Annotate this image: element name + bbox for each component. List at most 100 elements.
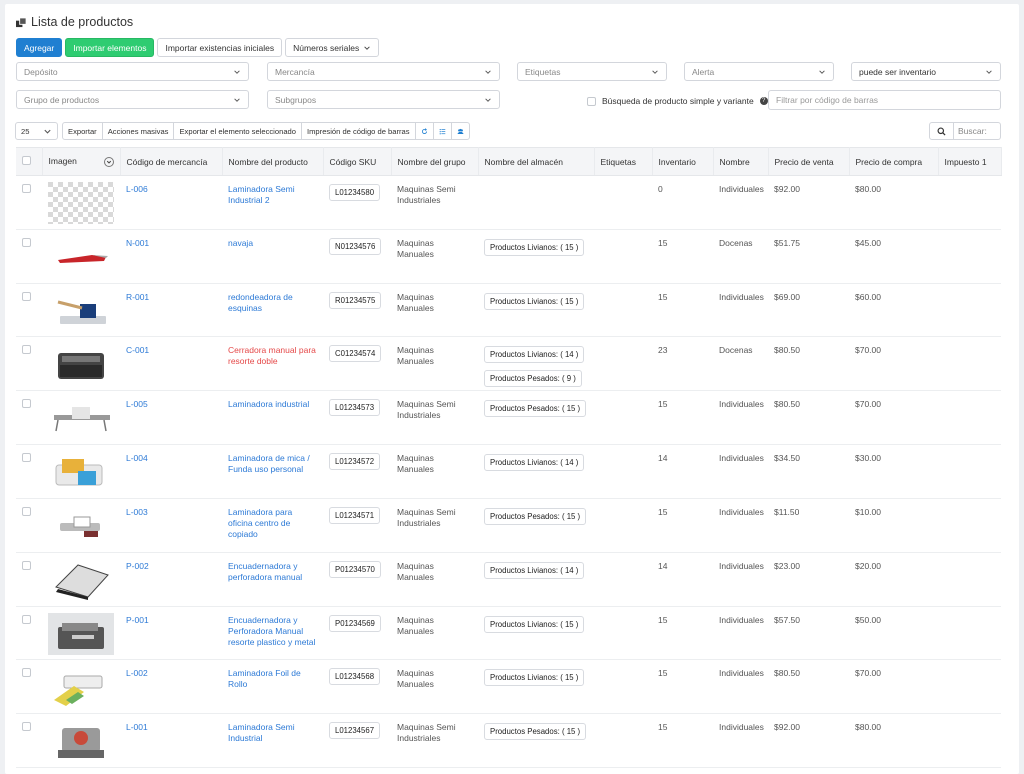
product-code-link[interactable]: L-006	[120, 175, 222, 230]
row-checkbox[interactable]	[22, 237, 31, 247]
product-name-link[interactable]: Laminadora Semi Industrial	[222, 713, 323, 768]
product-code-link[interactable]: L-003	[120, 498, 222, 553]
image-cell	[42, 229, 120, 284]
add-button[interactable]: Agregar	[16, 38, 63, 57]
cost-price-cell: $30.00	[849, 444, 938, 499]
header-cost-price[interactable]: Precio de compra	[849, 147, 939, 176]
product-code-link[interactable]: C-001	[120, 336, 222, 392]
inventory-cell: 15	[652, 283, 713, 338]
simple-search-checkbox[interactable]	[587, 96, 596, 106]
product-code-link[interactable]: L-005	[120, 390, 222, 446]
row-checkbox[interactable]	[22, 506, 31, 516]
product-name-link[interactable]: Cerradora manual para resorte doble	[222, 336, 323, 392]
group-cell: Maquinas Manuales	[391, 606, 478, 661]
image-cell	[42, 336, 120, 392]
product-code-link[interactable]: N-001	[120, 229, 222, 284]
row-checkbox[interactable]	[22, 453, 31, 463]
warehouse-badge: Productos Livianos: ( 14 )	[484, 454, 585, 472]
export-button[interactable]: Exportar	[62, 122, 103, 140]
product-name-link[interactable]: Encuadernadora y Perforadora Manual reso…	[222, 606, 323, 661]
refresh-button[interactable]	[414, 122, 434, 140]
header-tags[interactable]: Etiquetas	[594, 147, 653, 176]
select-all-checkbox[interactable]	[22, 156, 31, 165]
header-code[interactable]: Código de mercancía	[120, 147, 223, 176]
serial-numbers-button[interactable]: Números seriales	[285, 38, 380, 57]
tags-select[interactable]: Etiquetas	[517, 62, 667, 81]
sale-price-cell: $92.00	[768, 713, 849, 768]
inventory-cell: 15	[652, 606, 713, 661]
header-sale-price[interactable]: Precio de venta	[768, 147, 850, 176]
deposit-select[interactable]: Depósito	[16, 62, 249, 81]
barcode-filter-input[interactable]: Filtrar por código de barras	[768, 90, 1001, 110]
table-row[interactable]: L-005 Laminadora industrial L01234573 Maqui…	[16, 390, 1001, 446]
product-code-link[interactable]: L-001	[120, 713, 222, 768]
table-row[interactable]: L-001 Laminadora Semi Industrial L01234567…	[16, 713, 1001, 768]
table-row[interactable]: P-001 Encuadernadora y Perforadora Manual…	[16, 606, 1001, 661]
table-row[interactable]: P-002 Encuadernadora y perforadora manual…	[16, 552, 1001, 607]
product-code-link[interactable]: P-001	[120, 606, 222, 661]
table-row[interactable]: N-001 navaja N01234576 Maquinas Manuales Pro…	[16, 229, 1001, 284]
chevron-down-icon	[44, 129, 51, 134]
product-name-link[interactable]: Laminadora industrial	[222, 390, 323, 446]
header-group[interactable]: Nombre del grupo	[391, 147, 479, 176]
table-row[interactable]: R-001 redondeadora de esquinas R01234575 Ma…	[16, 283, 1001, 338]
table-row[interactable]: L-006 Laminadora Semi Industrial 2 L012345…	[16, 175, 1001, 230]
page-size-select[interactable]: 25	[15, 122, 58, 140]
product-code-link[interactable]: R-001	[120, 283, 222, 338]
product-name-link[interactable]: Laminadora para oficina centro de copiad…	[222, 498, 323, 553]
product-name-link[interactable]: Laminadora Foil de Rollo	[222, 659, 323, 715]
columns-button[interactable]	[432, 122, 452, 140]
sku-badge: R01234575	[329, 291, 382, 309]
chevron-down-icon[interactable]	[103, 157, 114, 167]
users-icon	[456, 128, 464, 134]
row-checkbox[interactable]	[22, 560, 31, 570]
row-checkbox[interactable]	[22, 291, 31, 301]
row-checkbox[interactable]	[22, 184, 31, 193]
info-icon[interactable]: ?	[759, 97, 768, 105]
image-cell	[42, 390, 120, 446]
product-name-link[interactable]: Laminadora de mica / Funda uso personal	[222, 444, 323, 499]
product-name-link[interactable]: redondeadora de esquinas	[222, 283, 323, 338]
bulk-actions-button[interactable]: Acciones masivas	[101, 122, 175, 140]
product-name-link[interactable]: navaja	[222, 229, 323, 284]
product-code-link[interactable]: L-002	[120, 659, 222, 715]
unit-cell: Individuales	[713, 713, 768, 768]
users-button[interactable]	[450, 122, 470, 140]
image-cell	[42, 498, 120, 553]
row-checkbox[interactable]	[22, 345, 31, 355]
merchandise-select[interactable]: Mercancía	[267, 62, 500, 81]
table-row[interactable]: C-001 Cerradora manual para resorte doble…	[16, 336, 1001, 392]
table-search: Buscar:	[929, 122, 1001, 140]
product-group-select[interactable]: Grupo de productos	[16, 90, 249, 109]
header-product-name[interactable]: Nombre del producto	[222, 147, 324, 176]
table-row[interactable]: L-004 Laminadora de mica / Funda uso pers…	[16, 444, 1001, 499]
import-items-button[interactable]: Importar elementos	[65, 38, 155, 57]
product-code-link[interactable]: L-004	[120, 444, 222, 499]
import-stock-button[interactable]: Importar existencias iniciales	[157, 38, 283, 57]
table-row[interactable]: L-003 Laminadora para oficina centro de c…	[16, 498, 1001, 553]
print-barcode-button[interactable]: Impresión de código de barras	[301, 122, 416, 140]
product-name-link[interactable]: Laminadora Semi Industrial 2	[222, 175, 323, 230]
header-warehouse[interactable]: Nombre del almacén	[478, 147, 595, 176]
warehouse-cell: Productos Pesados: ( 15 )	[478, 390, 594, 446]
image-cell	[42, 659, 120, 715]
product-code-link[interactable]: P-002	[120, 552, 222, 607]
subgroups-select[interactable]: Subgrupos	[267, 90, 500, 109]
row-checkbox[interactable]	[22, 668, 31, 678]
header-unit[interactable]: Nombre	[713, 147, 769, 176]
search-button[interactable]	[929, 122, 954, 140]
row-checkbox[interactable]	[22, 399, 31, 409]
inventory-type-select[interactable]: puede ser inventario	[851, 62, 1001, 81]
row-checkbox[interactable]	[22, 722, 31, 732]
header-inventory[interactable]: Inventario	[652, 147, 714, 176]
warehouse-badge: Productos Livianos: ( 15 )	[484, 615, 585, 633]
header-tax[interactable]: Impuesto 1	[938, 147, 1002, 176]
search-input[interactable]: Buscar:	[954, 122, 1001, 140]
table-row[interactable]: L-002 Laminadora Foil de Rollo L01234568 Ma…	[16, 659, 1001, 715]
header-sku[interactable]: Código SKU	[323, 147, 392, 176]
export-selected-button[interactable]: Exportar el elemento seleccionado	[173, 122, 302, 140]
alert-select[interactable]: Alerta	[684, 62, 834, 81]
row-checkbox[interactable]	[22, 614, 31, 624]
product-name-link[interactable]: Encuadernadora y perforadora manual	[222, 552, 323, 607]
header-image[interactable]: Imagen	[42, 147, 121, 176]
